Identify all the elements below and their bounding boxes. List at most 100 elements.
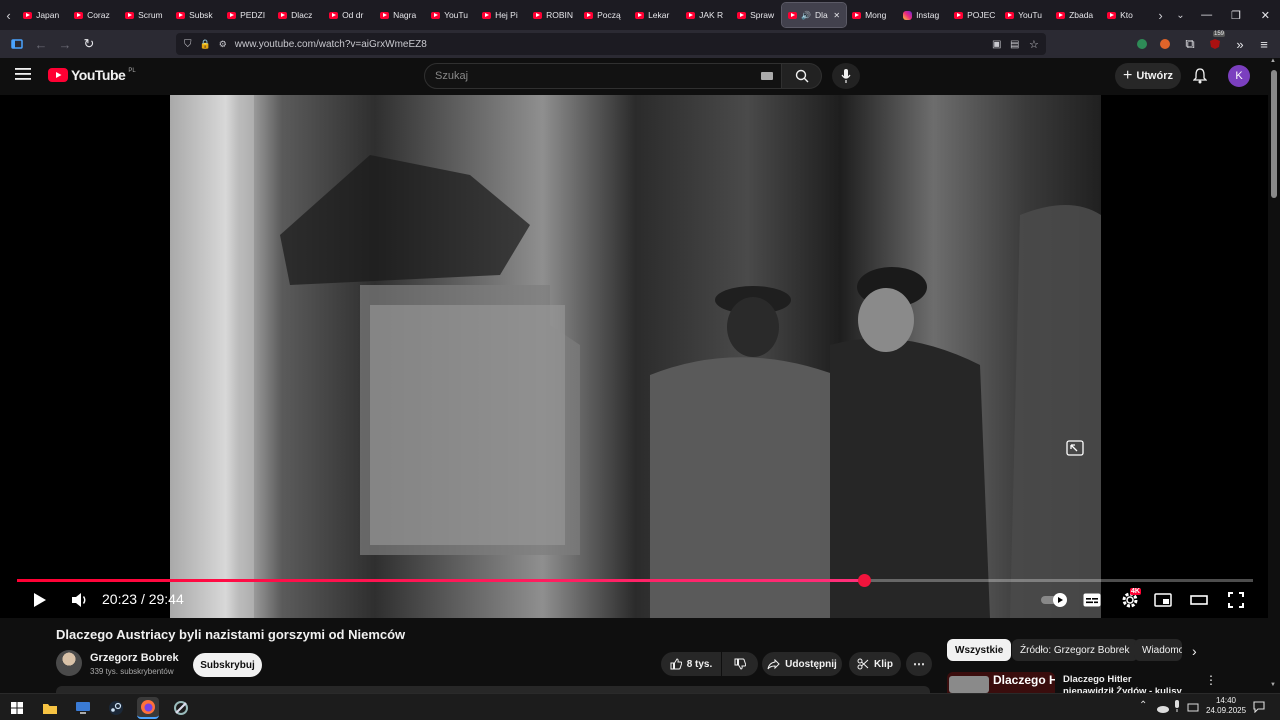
scrollbar-thumb[interactable] (1271, 70, 1277, 198)
browser-tab[interactable]: Zbada (1050, 0, 1101, 30)
autoplay-toggle[interactable] (1040, 588, 1070, 612)
browser-tab[interactable]: Dlacz (272, 0, 323, 30)
subscribe-button[interactable]: Subskrybuj (193, 653, 262, 677)
shield-icon[interactable]: ⛉ (184, 39, 192, 50)
more-actions-button[interactable]: ⋯ (906, 652, 932, 676)
vpn-extension-icon[interactable] (1130, 32, 1154, 56)
lock-icon[interactable]: 🔒 (200, 39, 211, 50)
clock[interactable]: 14:40 24.09.2025 (1206, 696, 1246, 716)
browser-tab[interactable]: Spraw (731, 0, 782, 30)
sidebar-toggle-icon[interactable] (5, 32, 29, 56)
video-player[interactable]: 20:23 / 29:44 4K (0, 95, 1268, 618)
fullscreen-button[interactable] (1226, 588, 1246, 612)
back-icon[interactable]: ← (29, 32, 53, 56)
pip-icon[interactable]: ▣ (992, 39, 1001, 50)
browser-tab[interactable]: Lekar (629, 0, 680, 30)
create-button[interactable]: + Utwórz (1115, 63, 1181, 89)
browser-tab[interactable]: YouTu (999, 0, 1050, 30)
network-icon[interactable] (1187, 700, 1199, 718)
extension-icon[interactable] (1153, 32, 1177, 56)
firefox-icon[interactable] (137, 697, 159, 719)
page-scrollbar[interactable]: ▲ ▼ (1268, 58, 1280, 693)
tab-scroll-left-icon[interactable]: ‹ (0, 0, 17, 30)
description-box[interactable] (56, 686, 930, 693)
channel-name[interactable]: Grzegorz Bobrek (90, 652, 179, 664)
url-text[interactable]: www.youtube.com/watch?v=aiGrxWmeEZ8 (235, 39, 427, 50)
search-button[interactable] (782, 63, 822, 89)
browser-tab[interactable]: Subsk (170, 0, 221, 30)
account-avatar[interactable]: K (1228, 65, 1250, 87)
browser-tab[interactable]: Instag (897, 0, 948, 30)
browser-tab[interactable]: Nagra (374, 0, 425, 30)
onedrive-cloud-icon[interactable] (1156, 700, 1169, 718)
close-window-icon[interactable]: ✕ (1251, 0, 1280, 30)
minimize-icon[interactable]: — (1192, 0, 1221, 30)
browser-tab[interactable]: Scrum (119, 0, 170, 30)
theater-mode-button[interactable] (1189, 588, 1209, 612)
reload-icon[interactable]: ↻ (77, 32, 101, 56)
tab-close-icon[interactable]: ✕ (833, 11, 840, 20)
share-button[interactable]: Udostępnij (762, 652, 842, 676)
mute-button[interactable] (70, 588, 90, 612)
extensions-puzzle-icon[interactable]: ⧉ (1178, 32, 1202, 56)
guide-menu-icon[interactable] (15, 67, 33, 86)
browser-tab[interactable]: Począ (578, 0, 629, 30)
dislike-button[interactable] (722, 652, 758, 676)
bookmark-star-icon[interactable]: ☆ (1029, 38, 1039, 51)
tray-microphone-icon[interactable] (1173, 699, 1181, 717)
browser-tab[interactable]: Japan (17, 0, 68, 30)
settings-button[interactable]: 4K (1118, 588, 1142, 612)
browser-tab[interactable]: ROBIN (527, 0, 578, 30)
youtube-logo[interactable]: YouTube PL (48, 67, 136, 83)
miniplayer-button[interactable] (1153, 588, 1173, 612)
expand-miniplayer-icon[interactable] (1066, 440, 1084, 461)
reader-view-icon[interactable]: ▤ (1010, 39, 1019, 50)
chips-next-icon[interactable]: › (1192, 643, 1197, 659)
steam-icon[interactable] (105, 697, 127, 719)
browser-tab[interactable]: JAK R (680, 0, 731, 30)
tray-overflow-icon[interactable]: ⌃ (1139, 700, 1147, 711)
play-button[interactable] (30, 588, 50, 612)
browser-tab[interactable]: Kto (1101, 0, 1152, 30)
browser-tab[interactable]: Hej Pi (476, 0, 527, 30)
windows-start-icon[interactable] (6, 697, 28, 719)
recommended-thumbnail[interactable]: Dlaczego Hitler (947, 672, 1055, 693)
channel-avatar[interactable] (56, 650, 82, 676)
voice-search-button[interactable] (832, 63, 860, 89)
restore-icon[interactable]: ❐ (1221, 0, 1250, 30)
chip-all[interactable]: Wszystkie (947, 639, 1012, 661)
browser-tab[interactable]: YouTu (425, 0, 476, 30)
recommended-title[interactable]: Dlaczego Hitler nienawidził Żydów - kuli… (1063, 674, 1183, 693)
chip-news[interactable]: Wiadomo (1134, 639, 1182, 661)
scrubber-handle[interactable] (858, 574, 871, 587)
like-button[interactable]: 8 tys. (661, 652, 721, 676)
scroll-up-icon[interactable]: ▲ (1270, 58, 1276, 64)
subtitles-button[interactable] (1082, 588, 1102, 612)
search-input[interactable]: Szukaj (424, 63, 782, 89)
progress-bar[interactable] (17, 574, 1253, 587)
app-menu-icon[interactable]: ≡ (1252, 32, 1276, 56)
browser-tab[interactable]: Od dr (323, 0, 374, 30)
tab-audio-icon[interactable]: 🔊 (801, 11, 811, 20)
address-bar[interactable]: ⛉ 🔒 ⚙ www.youtube.com/watch?v=aiGrxWmeEZ… (176, 33, 1046, 55)
browser-tab[interactable]: Mong (846, 0, 897, 30)
recommended-menu-icon[interactable]: ⋮ (1205, 673, 1217, 687)
forward-icon[interactable]: → (53, 32, 77, 56)
browser-tab[interactable]: PEDZI (221, 0, 272, 30)
permissions-icon[interactable]: ⚙ (219, 39, 227, 50)
browser-tab[interactable]: POJEC (948, 0, 999, 30)
video-frame[interactable] (170, 95, 1101, 618)
browser-tab[interactable]: Coraz (68, 0, 119, 30)
tab-list-dropdown-icon[interactable]: ⌄ (1169, 0, 1192, 30)
keyboard-icon[interactable] (761, 71, 773, 83)
ublock-icon[interactable]: 159 (1203, 31, 1227, 56)
scroll-down-icon[interactable]: ▼ (1270, 682, 1276, 688)
notification-center-icon[interactable] (1253, 700, 1265, 718)
monitor-app-icon[interactable] (72, 697, 94, 719)
browser-tab[interactable]: 🔊 Dla ✕ (781, 2, 848, 28)
file-explorer-icon[interactable] (39, 697, 61, 719)
utility-app-icon[interactable] (170, 697, 192, 719)
overflow-chevron-icon[interactable]: » (1228, 32, 1252, 56)
chip-source[interactable]: Źródło: Grzegorz Bobrek (1012, 639, 1138, 661)
clip-button[interactable]: Klip (849, 652, 901, 676)
